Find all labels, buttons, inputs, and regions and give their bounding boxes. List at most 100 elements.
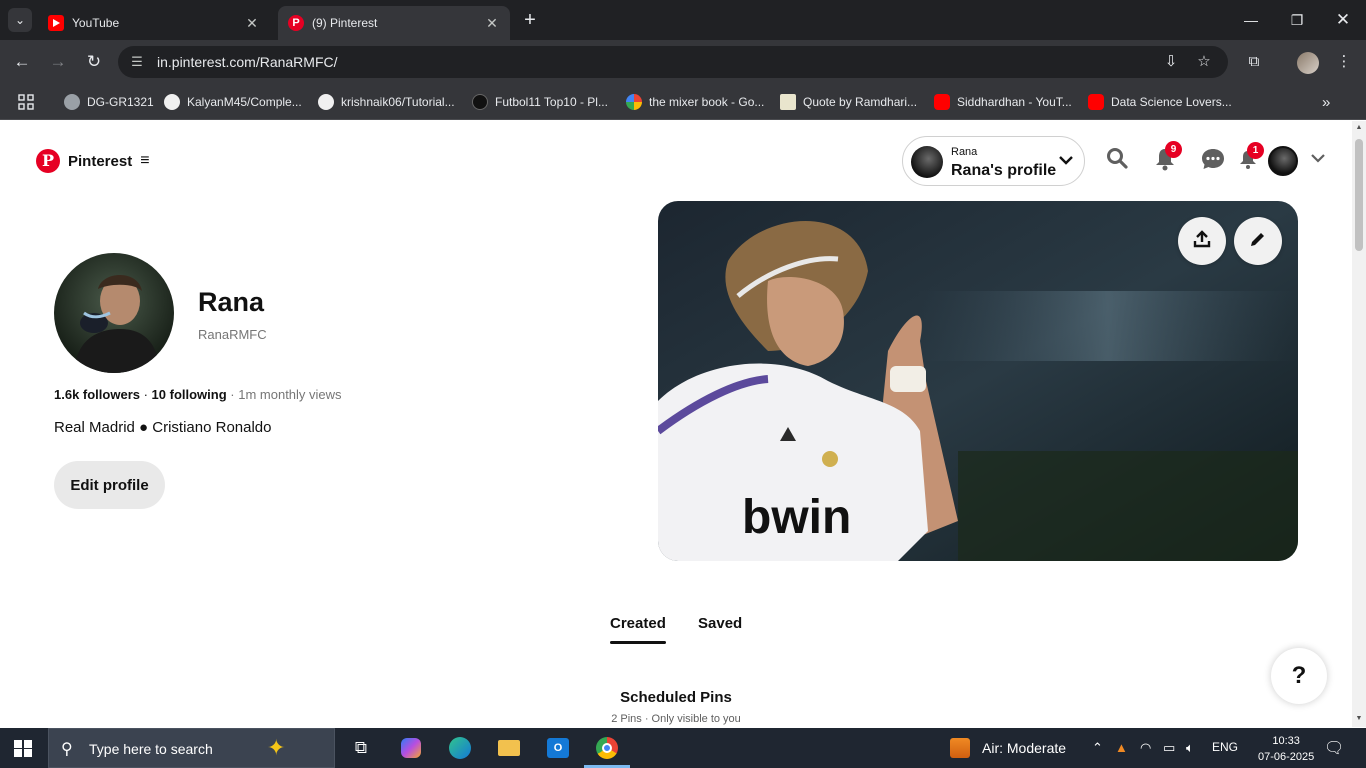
battery-icon[interactable]: ▭ bbox=[1163, 740, 1175, 756]
taskbar-search-box[interactable]: ⚲ Type here to search ✦ bbox=[48, 728, 335, 768]
bookmark-item[interactable]: DG-GR1321 bbox=[64, 92, 154, 112]
bookmark-item[interactable]: Futbol11 Top10 - Pl... bbox=[472, 92, 608, 112]
bookmark-item[interactable]: KalyanM45/Comple... bbox=[164, 92, 302, 112]
bookmark-label: krishnaik06/Tutorial... bbox=[341, 95, 455, 109]
more-bookmarks-icon[interactable]: » bbox=[1322, 92, 1330, 112]
account-chevron-down-icon[interactable] bbox=[1311, 151, 1325, 166]
tab-search-button[interactable]: ⌄ bbox=[8, 8, 32, 32]
taskbar-search-placeholder: Type here to search bbox=[89, 741, 213, 757]
notification-center-icon[interactable]: 🗨︎ bbox=[1324, 738, 1344, 758]
reload-icon[interactable]: ↻ bbox=[82, 50, 106, 74]
youtube-icon bbox=[48, 15, 64, 31]
profile-switcher-name: Rana bbox=[951, 146, 978, 158]
apps-icon[interactable] bbox=[18, 92, 34, 112]
back-icon[interactable]: ← bbox=[10, 50, 34, 74]
pinterest-logo-icon: P bbox=[36, 149, 60, 173]
air-quality-icon bbox=[950, 738, 970, 758]
url-text[interactable]: in.pinterest.com/RanaRMFC/ bbox=[157, 54, 338, 70]
restore-icon[interactable]: ❐ bbox=[1274, 0, 1320, 40]
tab-title: (9) Pinterest bbox=[312, 16, 378, 30]
close-tab-icon[interactable]: ✕ bbox=[484, 15, 500, 32]
address-bar[interactable]: ☰ in.pinterest.com/RanaRMFC/ ⇩ ☆ bbox=[118, 46, 1228, 78]
avatar bbox=[911, 146, 943, 178]
chrome-icon[interactable] bbox=[584, 734, 630, 768]
tab-pinterest[interactable]: P (9) Pinterest ✕ bbox=[278, 6, 510, 40]
profile-handle: RanaRMFC bbox=[198, 327, 267, 342]
minimize-icon[interactable]: — bbox=[1228, 0, 1274, 40]
stats-separator: · bbox=[139, 387, 152, 402]
clock-time: 10:33 bbox=[1272, 735, 1300, 747]
tab-saved[interactable]: Saved bbox=[698, 615, 742, 632]
followers-link[interactable]: 1.6k followers bbox=[54, 387, 140, 402]
chrome-menu-icon[interactable]: ⋮ bbox=[1333, 51, 1355, 73]
language-indicator[interactable]: ENG bbox=[1212, 740, 1238, 754]
clock[interactable]: 10:33 07-06-2025 bbox=[1258, 733, 1314, 765]
vlc-icon[interactable]: ▲ bbox=[1115, 740, 1128, 755]
profile-stats: 1.6k followers · 10 following · 1m month… bbox=[54, 387, 342, 402]
copilot-icon[interactable] bbox=[396, 734, 426, 762]
bookmark-item[interactable]: Data Science Lovers... bbox=[1088, 92, 1232, 112]
wifi-icon[interactable]: ◠ bbox=[1140, 740, 1151, 756]
messages-icon[interactable] bbox=[1200, 147, 1226, 173]
share-icon bbox=[1193, 229, 1211, 253]
scroll-down-icon[interactable]: ▼ bbox=[1355, 715, 1363, 723]
edge-icon[interactable] bbox=[445, 734, 475, 762]
profile-switcher-label: Rana's profile bbox=[951, 162, 1057, 179]
site-info-icon[interactable]: ☰ bbox=[128, 53, 146, 71]
close-window-icon[interactable]: ✕ bbox=[1320, 0, 1366, 40]
youtube-icon bbox=[934, 94, 950, 110]
file-explorer-icon[interactable] bbox=[494, 734, 524, 762]
bookmarks-bar: DG-GR1321 KalyanM45/Comple... krishnaik0… bbox=[0, 84, 1366, 120]
scroll-up-icon[interactable]: ▲ bbox=[1355, 124, 1363, 132]
tab-youtube[interactable]: YouTube ✕ bbox=[38, 6, 270, 40]
bookmark-label: KalyanM45/Comple... bbox=[187, 95, 302, 109]
profile-name: Rana bbox=[198, 287, 265, 317]
tab-title: YouTube bbox=[72, 16, 120, 30]
install-app-icon[interactable]: ⇩ bbox=[1161, 52, 1181, 72]
help-button[interactable]: ? bbox=[1271, 648, 1327, 704]
new-tab-button[interactable]: + bbox=[519, 9, 541, 31]
browser-profile-avatar[interactable] bbox=[1297, 52, 1319, 74]
scheduled-pins-title[interactable]: Scheduled Pins bbox=[0, 689, 1352, 706]
scrollbar-thumb[interactable] bbox=[1355, 139, 1363, 251]
tab-strip: ⌄ YouTube ✕ P (9) Pinterest ✕ + — ❐ ✕ bbox=[0, 0, 1366, 40]
globe-icon bbox=[64, 94, 80, 110]
volume-icon[interactable]: 🔈︎ bbox=[1186, 740, 1194, 756]
profile-switcher[interactable]: Rana Rana's profile bbox=[902, 136, 1085, 186]
stats-separator: · bbox=[226, 387, 239, 402]
weather-widget[interactable]: Air: Moderate bbox=[950, 738, 1066, 758]
close-tab-icon[interactable]: ✕ bbox=[244, 15, 260, 32]
edit-cover-button[interactable] bbox=[1234, 217, 1282, 265]
bookmark-label: Quote by Ramdhari... bbox=[803, 95, 918, 109]
bookmark-item[interactable]: Quote by Ramdhari... bbox=[780, 92, 917, 112]
google-icon bbox=[626, 94, 642, 110]
browser-toolbar: ← → ↻ ☰ in.pinterest.com/RanaRMFC/ ⇩ ☆ ⧉… bbox=[0, 40, 1366, 84]
copilot-sparkle-icon: ✦ bbox=[267, 735, 286, 760]
bookmark-item[interactable]: Siddhardhan - YouT... bbox=[934, 92, 1072, 112]
forward-icon[interactable]: → bbox=[46, 50, 70, 74]
task-view-icon[interactable]: ⧉ bbox=[346, 734, 376, 762]
bookmark-label: the mixer book - Go... bbox=[649, 95, 765, 109]
share-button[interactable] bbox=[1178, 217, 1226, 265]
bookmark-label: Futbol11 Top10 - Pl... bbox=[495, 95, 608, 109]
user-avatar[interactable] bbox=[1268, 146, 1298, 176]
show-hidden-icons[interactable]: ⌃ bbox=[1092, 740, 1103, 756]
futbol11-icon bbox=[472, 94, 488, 110]
bookmark-item[interactable]: krishnaik06/Tutorial... bbox=[318, 92, 455, 112]
bookmark-item[interactable]: the mixer book - Go... bbox=[626, 92, 764, 112]
search-icon[interactable] bbox=[1104, 147, 1130, 173]
outlook-icon[interactable]: O bbox=[543, 734, 573, 762]
tab-created[interactable]: Created bbox=[610, 615, 666, 632]
monthly-views: 1m monthly views bbox=[238, 387, 342, 402]
bookmark-star-icon[interactable]: ☆ bbox=[1194, 52, 1214, 72]
bookmark-label: Siddhardhan - YouT... bbox=[957, 95, 1072, 109]
page-scrollbar[interactable]: ▲ ▼ bbox=[1352, 121, 1366, 727]
extensions-icon[interactable]: ⧉ bbox=[1243, 51, 1265, 73]
following-link[interactable]: 10 following bbox=[152, 387, 227, 402]
windows-start-icon[interactable] bbox=[14, 740, 32, 757]
edit-profile-button[interactable]: Edit profile bbox=[54, 461, 165, 509]
bookmark-label: Data Science Lovers... bbox=[1111, 95, 1232, 109]
hamburger-menu-icon[interactable]: ≡ bbox=[140, 152, 149, 170]
pinterest-home-link[interactable]: P Pinterest ≡ bbox=[36, 149, 150, 173]
profile-avatar bbox=[54, 253, 174, 373]
